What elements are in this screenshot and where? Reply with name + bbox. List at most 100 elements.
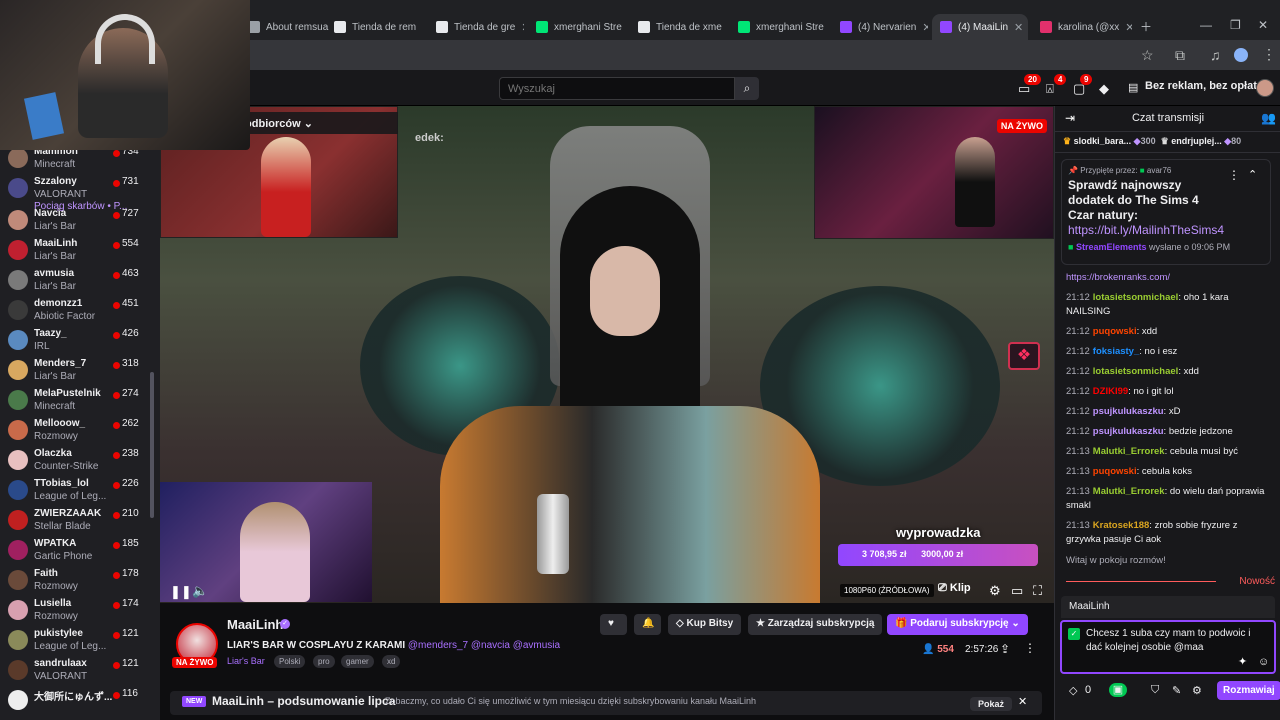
- buy-bits-button[interactable]: ◇ Kup Bitsy: [668, 614, 742, 635]
- settings-gear-icon[interactable]: ⚙: [989, 583, 1001, 599]
- sidebar-channel[interactable]: avmusia Liar's Bar 463: [6, 266, 158, 296]
- chat-username[interactable]: Malutki_Errorek: [1093, 486, 1165, 497]
- browser-tab[interactable]: xmerghani Stre✕: [730, 14, 826, 40]
- sidebar-channel[interactable]: ZWIERZAAAK Stellar Blade 210: [6, 506, 158, 536]
- theatre-mode-icon[interactable]: ▭: [1011, 583, 1023, 599]
- sidebar-channel[interactable]: Taazy_ IRL 426: [6, 326, 158, 356]
- chat-users-icon[interactable]: 👥: [1261, 111, 1276, 125]
- reward-icon[interactable]: ▣: [1109, 683, 1127, 697]
- notification-bell-button[interactable]: 🔔: [634, 614, 661, 635]
- chat-username[interactable]: psujkulukaszku: [1093, 426, 1164, 437]
- video-streamer-body: [440, 406, 820, 603]
- chat-username[interactable]: lotasietsonmichael: [1093, 366, 1179, 377]
- chat-settings-icon[interactable]: ⚙: [1192, 684, 1202, 697]
- chat-username[interactable]: lotasietsonmichael: [1093, 292, 1179, 303]
- send-chat-button[interactable]: Rozmawiaj: [1217, 681, 1280, 700]
- chat-username[interactable]: foksiasty_: [1093, 346, 1139, 357]
- channel-points-icon[interactable]: ◇: [1069, 684, 1077, 697]
- sidebar-channel[interactable]: Faith Rozmowy 178: [6, 566, 158, 596]
- video-player[interactable]: a określonych odbiorców ⌄ edek: NA ŻYWO …: [160, 106, 1054, 603]
- search-input[interactable]: [499, 77, 735, 100]
- sidebar-channel[interactable]: Mellooow_ Rozmowy 262: [6, 416, 158, 446]
- clip-button[interactable]: ⎚ Klip: [938, 582, 971, 595]
- fullscreen-icon[interactable]: ⛶: [1033, 583, 1042, 599]
- menu-dots-icon[interactable]: ⋮: [1262, 46, 1276, 63]
- sidebar-channel[interactable]: demonzz1 Abiotic Factor 451: [6, 296, 158, 326]
- magic-icon[interactable]: ✦: [1238, 655, 1247, 669]
- manage-sub-button[interactable]: ★ Zarządzaj subskrypcją: [748, 614, 883, 635]
- tab-close-icon[interactable]: ✕: [922, 21, 928, 34]
- chat-username[interactable]: Malutki_Errorek: [1093, 446, 1165, 457]
- notifications-icon[interactable]: ⍓: [1046, 81, 1054, 97]
- sidebar-channel[interactable]: MelaPustelnik Minecraft 274: [6, 386, 158, 416]
- pinned-footer: ■ StreamElements wysłane o 09:06 PM: [1068, 242, 1231, 252]
- sidebar-channel[interactable]: Navcia Liar's Bar 727: [6, 206, 158, 236]
- no-ads-button[interactable]: Bez reklam, bez opłat: [1145, 80, 1257, 92]
- sidebar-channel[interactable]: Menders_7 Liar's Bar 318: [6, 356, 158, 386]
- tab-close-icon[interactable]: ✕: [1014, 21, 1023, 34]
- tag-gamer[interactable]: gamer: [341, 655, 374, 668]
- sidebar-channel[interactable]: Szzalony VALORANT Pociąg skarbów • P... 731: [6, 174, 158, 212]
- sidebar-channel[interactable]: Olaczka Counter-Strike 238: [6, 446, 158, 476]
- chat-username[interactable]: psujkulukaszku: [1093, 406, 1164, 417]
- chat-title: Czat transmisji: [1131, 112, 1205, 124]
- sidebar-channel[interactable]: sandrulaax VALORANT 121: [6, 656, 158, 686]
- pause-icon[interactable]: ❚❚: [170, 584, 192, 600]
- browser-tab[interactable]: karolina (@xx ✕: [1032, 14, 1132, 40]
- browser-tab[interactable]: (4) Nervarien ✕: [832, 14, 928, 40]
- bits-icon[interactable]: ◆: [1099, 81, 1109, 97]
- stream-game-link[interactable]: Liar's Bar: [227, 656, 265, 666]
- chat-username[interactable]: puqowski: [1093, 466, 1137, 477]
- browser-tab[interactable]: xmerghani Stre✕: [528, 14, 624, 40]
- pinned-collapse-icon[interactable]: ⌃: [1248, 168, 1257, 181]
- chat-username[interactable]: Kratosek188: [1093, 520, 1150, 531]
- sidebar-channel-game: VALORANT: [34, 671, 88, 682]
- sidebar-channel[interactable]: 大御所にゅんず... 116: [6, 686, 158, 716]
- new-tab-button[interactable]: ＋: [1140, 18, 1152, 35]
- browser-tab[interactable]: Tienda de gre ✕: [428, 14, 524, 40]
- user-avatar[interactable]: [1256, 79, 1274, 97]
- sidebar-channel[interactable]: WPATKA Gartic Phone 185: [6, 536, 158, 566]
- share-icon[interactable]: ⇪: [1000, 642, 1010, 656]
- sidebar-channel[interactable]: Lusiella Rozmowy 174: [6, 596, 158, 626]
- volume-icon[interactable]: 🔈: [192, 583, 208, 599]
- sidebar-channel[interactable]: pukistylee League of Leg... 121: [6, 626, 158, 656]
- pinned-link[interactable]: https://bit.ly/MailinhTheSims4: [1068, 223, 1228, 238]
- chat-username[interactable]: puqowski: [1093, 326, 1137, 337]
- chat-input[interactable]: ✓ Chcesz 1 suba czy mam to podwoic i dać…: [1060, 620, 1276, 674]
- extensions-icon[interactable]: ⧉: [1175, 47, 1185, 64]
- bookmark-star-icon[interactable]: ☆: [1141, 47, 1154, 64]
- tab-close-icon[interactable]: ✕: [1125, 21, 1132, 34]
- browser-tab[interactable]: (4) MaaiLin ✕: [932, 14, 1028, 40]
- pinned-more-icon[interactable]: ⋮: [1228, 168, 1240, 182]
- tag-polski[interactable]: Polski: [274, 655, 306, 668]
- shield-icon[interactable]: ⛉: [1151, 684, 1159, 697]
- browser-tab[interactable]: Tienda de xme✕: [630, 14, 726, 40]
- sidebar-channel[interactable]: TTobias_lol League of Leg... 226: [6, 476, 158, 506]
- gift-sub-button[interactable]: 🎁 Podaruj subskrypcję ⌄: [887, 614, 1028, 635]
- banner-close-icon[interactable]: ✕: [1018, 695, 1027, 708]
- chat-username[interactable]: DZIKI99: [1093, 386, 1128, 397]
- emote-picker-icon[interactable]: ☺: [1258, 655, 1269, 669]
- search-button[interactable]: ⌕: [735, 77, 759, 100]
- chat-text[interactable]: https://brokenranks.com/: [1066, 272, 1170, 283]
- browser-tab[interactable]: Tienda de rem✕: [326, 14, 422, 40]
- channel-name[interactable]: MaaiLinh: [227, 617, 283, 632]
- close-window-icon[interactable]: ✕: [1258, 18, 1268, 32]
- stream-title-mentions[interactable]: @menders_7 @navcia @avmusia: [408, 640, 560, 651]
- minimize-icon[interactable]: —: [1200, 18, 1212, 32]
- more-options-icon[interactable]: ⋮: [1024, 641, 1036, 655]
- restore-icon[interactable]: ❐: [1230, 18, 1241, 32]
- media-icon[interactable]: ♫: [1210, 47, 1221, 63]
- extension-badge-icon[interactable]: ❖: [1008, 342, 1040, 370]
- tag-xd[interactable]: xd: [382, 655, 401, 668]
- browser-tab[interactable]: About remsua✕: [240, 14, 336, 40]
- tab-close-icon[interactable]: ✕: [521, 21, 524, 34]
- follow-heart-button[interactable]: ♥: [600, 614, 627, 635]
- pencil-icon[interactable]: ✎: [1172, 684, 1181, 697]
- banner-show-button[interactable]: Pokaż: [970, 697, 1013, 711]
- profile-icon[interactable]: [1234, 48, 1248, 62]
- sidebar-channel[interactable]: MaaiLinh Liar's Bar 554: [6, 236, 158, 266]
- tag-pro[interactable]: pro: [313, 655, 335, 668]
- sidebar-scrollbar[interactable]: [150, 372, 154, 518]
